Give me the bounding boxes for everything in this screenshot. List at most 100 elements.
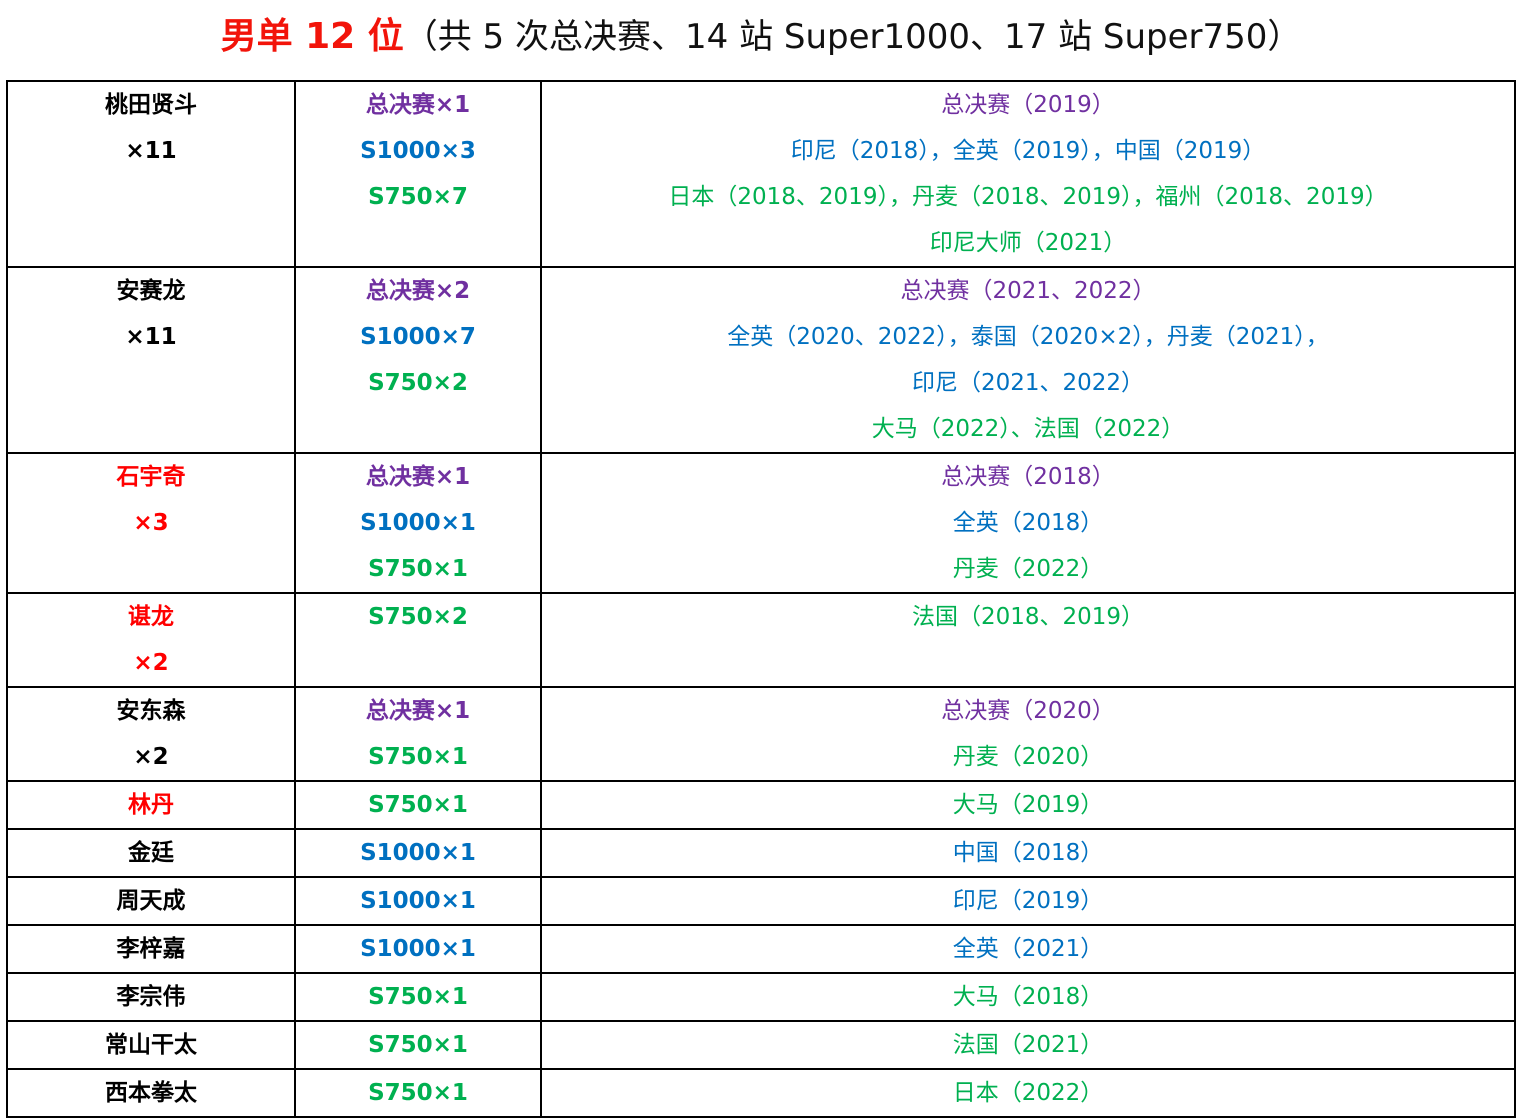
- table-row: 李宗伟 S750×1 大马（2018）: [6, 972, 1516, 1022]
- summary-cell: 总决赛×1 S1000×3 S750×7: [294, 80, 542, 268]
- table-row: 金廷 S1000×1 中国（2018）: [6, 828, 1516, 878]
- player-title-count: ×2: [133, 650, 169, 676]
- player-cell: 安赛龙 ×11: [6, 266, 296, 454]
- details-cell: 大马（2018）: [540, 972, 1516, 1022]
- player-name: 李梓嘉: [116, 936, 186, 962]
- summary-line: S750×1: [368, 744, 468, 770]
- player-name: 周天成: [116, 888, 186, 914]
- player-name: 桃田贤斗: [105, 92, 197, 118]
- table-row: 李梓嘉 S1000×1 全英（2021）: [6, 924, 1516, 974]
- table-row: 周天成 S1000×1 印尼（2019）: [6, 876, 1516, 926]
- detail-line: 丹麦（2022）: [952, 556, 1104, 582]
- player-title-count: ×3: [133, 510, 169, 536]
- detail-line: 大马（2018）: [952, 984, 1104, 1010]
- detail-line: 全英（2020、2022），泰国（2020×2），丹麦（2021），: [727, 324, 1329, 350]
- summary-line: S750×7: [368, 184, 468, 210]
- summary-line: 总决赛×1: [365, 464, 471, 490]
- summary-line: S1000×1: [360, 840, 476, 866]
- detail-line: 印尼大师（2021）: [929, 230, 1127, 256]
- title-main: 男单 12 位: [220, 16, 404, 57]
- detail-line: 大马（2019）: [952, 792, 1104, 818]
- player-cell: 李宗伟: [6, 972, 296, 1022]
- detail-line: 总决赛（2018）: [941, 464, 1115, 490]
- summary-line: S750×2: [368, 604, 468, 630]
- player-cell: 石宇奇 ×3: [6, 452, 296, 594]
- detail-line: 日本（2022）: [952, 1080, 1104, 1106]
- player-name: 林丹: [128, 792, 174, 818]
- summary-cell: S1000×1: [294, 924, 542, 974]
- detail-line: 中国（2018）: [952, 840, 1104, 866]
- details-cell: 大马（2019）: [540, 780, 1516, 830]
- table-row: 桃田贤斗 ×11 总决赛×1 S1000×3 S750×7 总决赛（2019） 印尼（201…: [6, 80, 1516, 268]
- player-cell: 桃田贤斗 ×11: [6, 80, 296, 268]
- details-cell: 法国（2018、2019）: [540, 592, 1516, 688]
- detail-line: 丹麦（2020）: [952, 744, 1104, 770]
- player-name: 西本拳太: [105, 1080, 197, 1106]
- summary-line: S750×2: [368, 370, 468, 396]
- summary-cell: S750×1: [294, 1068, 542, 1118]
- champions-table: 桃田贤斗 ×11 总决赛×1 S1000×3 S750×7 总决赛（2019） 印尼（201…: [6, 80, 1516, 1118]
- summary-line: S750×1: [368, 556, 468, 582]
- player-name: 金廷: [128, 840, 174, 866]
- summary-line: S1000×7: [360, 324, 476, 350]
- detail-line: 印尼（2018），全英（2019），中国（2019）: [790, 138, 1266, 164]
- player-name: 李宗伟: [116, 984, 186, 1010]
- player-cell: 金廷: [6, 828, 296, 878]
- player-title-count: ×11: [125, 138, 177, 164]
- summary-line: S1000×1: [360, 936, 476, 962]
- summary-cell: 总决赛×1 S1000×1 S750×1: [294, 452, 542, 594]
- table-body: 桃田贤斗 ×11 总决赛×1 S1000×3 S750×7 总决赛（2019） 印尼（201…: [6, 80, 1516, 1118]
- player-cell: 李梓嘉: [6, 924, 296, 974]
- detail-line: 大马（2022）、法国（2022）: [871, 416, 1185, 442]
- player-cell: 周天成: [6, 876, 296, 926]
- table-row: 谌龙 ×2 S750×2 法国（2018、2019）: [6, 592, 1516, 688]
- title-subtitle: （共 5 次总决赛、14 站 Super1000、17 站 Super750）: [403, 17, 1302, 57]
- detail-line: 总决赛（2021、2022）: [900, 278, 1156, 304]
- summary-cell: S750×1: [294, 972, 542, 1022]
- table-row: 西本拳太 S750×1 日本（2022）: [6, 1068, 1516, 1118]
- player-name: 谌龙: [128, 604, 174, 630]
- summary-line: S1000×1: [360, 510, 476, 536]
- table-row: 安赛龙 ×11 总决赛×2 S1000×7 S750×2 总决赛（2021、2022） 全英…: [6, 266, 1516, 454]
- player-name: 安赛龙: [116, 278, 186, 304]
- detail-line: 全英（2018）: [952, 510, 1104, 536]
- detail-line: 印尼（2019）: [952, 888, 1104, 914]
- summary-cell: 总决赛×1 S750×1: [294, 686, 542, 782]
- details-cell: 法国（2021）: [540, 1020, 1516, 1070]
- table-row: 林丹 S750×1 大马（2019）: [6, 780, 1516, 830]
- summary-line: 总决赛×1: [365, 698, 471, 724]
- summary-cell: S750×1: [294, 780, 542, 830]
- summary-line: 总决赛×2: [365, 278, 471, 304]
- page-title: 男单 12 位（共 5 次总决赛、14 站 Super1000、17 站 Sup…: [0, 12, 1522, 62]
- summary-line: S750×1: [368, 1032, 468, 1058]
- details-cell: 全英（2021）: [540, 924, 1516, 974]
- detail-line: 印尼（2021、2022）: [911, 370, 1145, 396]
- table-row: 安东森 ×2 总决赛×1 S750×1 总决赛（2020） 丹麦（2020）: [6, 686, 1516, 782]
- detail-line: 全英（2021）: [952, 936, 1104, 962]
- summary-line: 总决赛×1: [365, 92, 471, 118]
- summary-cell: 总决赛×2 S1000×7 S750×2: [294, 266, 542, 454]
- detail-line: 法国（2021）: [952, 1032, 1104, 1058]
- details-cell: 总决赛（2021、2022） 全英（2020、2022），泰国（2020×2），丹…: [540, 266, 1516, 454]
- player-title-count: ×11: [125, 324, 177, 350]
- details-cell: 中国（2018）: [540, 828, 1516, 878]
- player-cell: 林丹: [6, 780, 296, 830]
- summary-cell: S1000×1: [294, 828, 542, 878]
- summary-line: S1000×3: [360, 138, 476, 164]
- details-cell: 印尼（2019）: [540, 876, 1516, 926]
- detail-line: 总决赛（2019）: [941, 92, 1115, 118]
- details-cell: 总决赛（2020） 丹麦（2020）: [540, 686, 1516, 782]
- detail-line: 法国（2018、2019）: [911, 604, 1145, 630]
- player-title-count: ×2: [133, 744, 169, 770]
- details-cell: 总决赛（2019） 印尼（2018），全英（2019），中国（2019） 日本（20…: [540, 80, 1516, 268]
- summary-cell: S750×1: [294, 1020, 542, 1070]
- player-cell: 安东森 ×2: [6, 686, 296, 782]
- summary-line: S750×1: [368, 792, 468, 818]
- player-cell: 谌龙 ×2: [6, 592, 296, 688]
- player-name: 常山干太: [105, 1032, 197, 1058]
- player-name: 石宇奇: [116, 464, 186, 490]
- detail-line: 总决赛（2020）: [941, 698, 1115, 724]
- player-name: 安东森: [116, 698, 186, 724]
- player-cell: 西本拳太: [6, 1068, 296, 1118]
- table-row: 石宇奇 ×3 总决赛×1 S1000×1 S750×1 总决赛（2018） 全英（2018）…: [6, 452, 1516, 594]
